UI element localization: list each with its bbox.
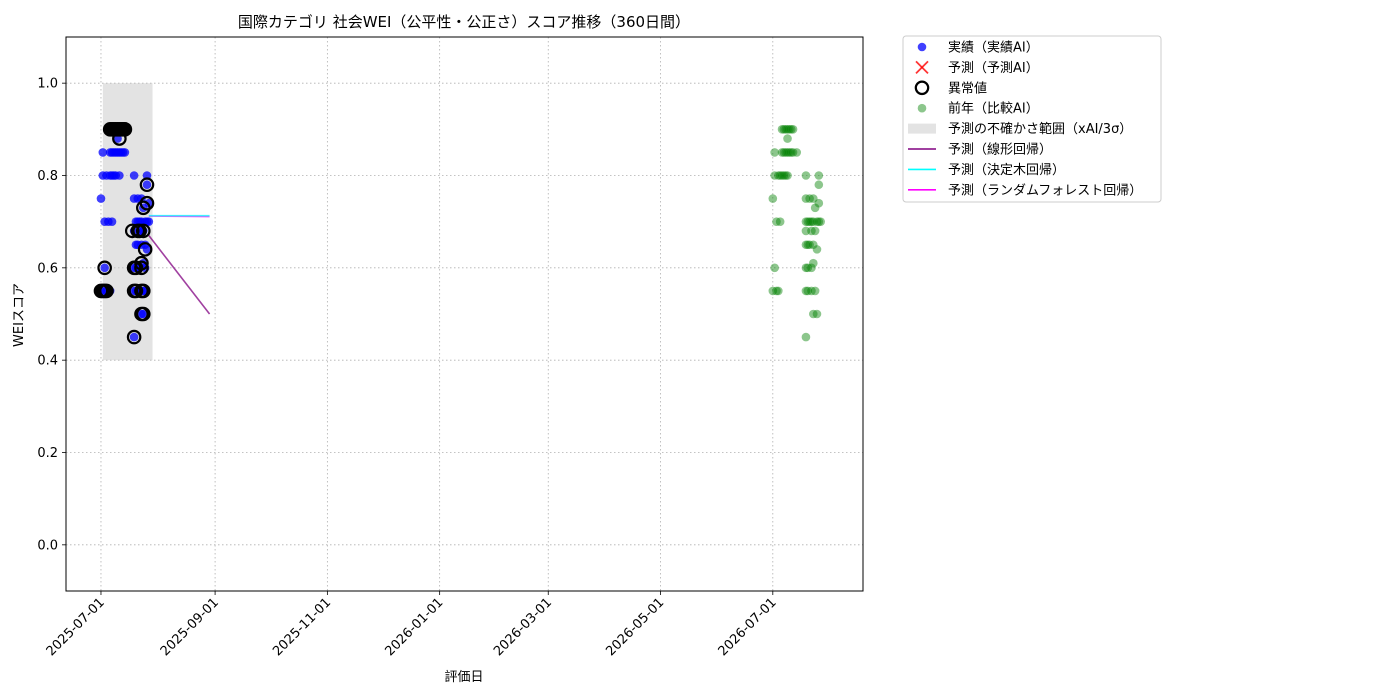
legend-label: 前年（比較AI） (948, 101, 1039, 117)
legend-label: 予測の不確かさ範囲（xAI/3σ） (948, 121, 1132, 137)
previous-year-point (810, 286, 820, 296)
previous-year-point (809, 258, 818, 268)
previous-year-point (812, 245, 822, 254)
x-tick-label: 2026-01-01 (382, 595, 446, 659)
previous-year-point (810, 226, 820, 236)
previous-year-point (774, 286, 783, 296)
y-tick-label: 1.0 (37, 77, 58, 92)
actual-point (115, 171, 124, 180)
actual-point (129, 332, 139, 342)
actual-point (98, 148, 108, 157)
previous-year-point (770, 148, 779, 157)
x-tick-label: 2025-09-01 (158, 595, 222, 659)
y-tick-label: 0.0 (37, 538, 58, 553)
x-tick-label: 2025-11-01 (270, 595, 334, 659)
previous-year-point (814, 180, 824, 190)
y-tick-label: 0.8 (37, 169, 58, 184)
previous-year-point (788, 125, 798, 134)
previous-year-point (812, 309, 822, 319)
x-tick-label: 2026-07-01 (716, 595, 780, 659)
y-tick-label: 0.4 (37, 354, 58, 369)
legend-marker-band (908, 123, 936, 134)
previous-year-point (783, 134, 792, 143)
previous-year-point (783, 171, 792, 180)
previous-year-point (775, 217, 785, 226)
previous-year-point (770, 263, 779, 273)
previous-year-point (792, 148, 802, 157)
legend: 実績（実績AI） 予測（予測AI） 異常値前年（比較AI） 予測の不確かさ範囲（xAI… (902, 35, 1162, 203)
legend-label: 予測（ランダムフォレスト回帰） (948, 182, 1142, 198)
actual-point (100, 263, 109, 273)
y-axis-label: WEIスコア (12, 283, 27, 347)
legend-label: 予測（決定木回帰） (948, 162, 1065, 178)
actual-point (129, 171, 139, 180)
actual-point (107, 217, 117, 226)
previous-year-point (814, 171, 824, 180)
y-tick-label: 0.2 (37, 446, 58, 461)
chart-title: 国際カテゴリ 社会WEI（公平性・公正さ）スコア推移（360日間） (238, 13, 690, 31)
legend-label: 予測（予測AI） (948, 61, 1039, 76)
previous-year-point (814, 198, 824, 208)
plot-area (66, 37, 863, 591)
x-axis-label: 評価日 (444, 670, 483, 685)
previous-year-point (768, 194, 778, 203)
actual-point (120, 148, 130, 157)
x-tick-label: 2025-07-01 (44, 595, 108, 659)
legend-label: 異常値 (948, 80, 987, 96)
actual-point (142, 180, 152, 190)
x-tick-label: 2026-03-01 (491, 595, 555, 659)
legend-marker-actual (917, 42, 927, 52)
chart: 国際カテゴリ 社会WEI（公平性・公正さ）スコア推移（360日間） 2025-0… (12, 13, 1162, 685)
y-tick-label: 0.6 (37, 261, 58, 276)
previous-year-point (801, 171, 811, 180)
legend-label: 予測（線形回帰） (948, 142, 1052, 158)
previous-year-point (816, 217, 825, 226)
legend-marker-previous-year (917, 103, 927, 113)
x-tick-label: 2026-05-01 (603, 595, 667, 659)
actual-point (96, 194, 106, 203)
legend-label: 実績（実績AI） (948, 40, 1039, 56)
previous-year-point (801, 332, 811, 342)
